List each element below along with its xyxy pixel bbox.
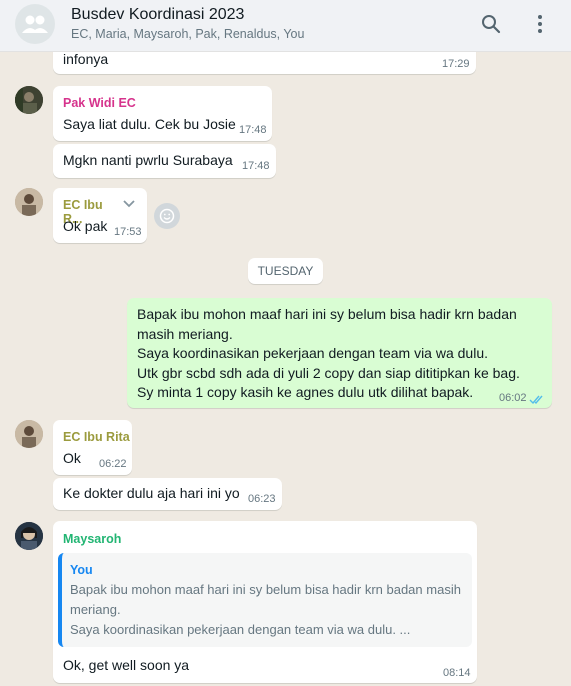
- quoted-text-line: meriang.: [70, 602, 121, 617]
- message-text: Mgkn nanti pwrlu Surabaya: [63, 152, 233, 168]
- outgoing-message-bubble[interactable]: Bapak ibu mohon maaf hari ini sy belum b…: [127, 298, 552, 408]
- read-receipt-icon: [529, 392, 545, 405]
- message-text: Ok pak: [63, 218, 108, 234]
- search-icon[interactable]: [479, 12, 503, 36]
- sender-name[interactable]: Pak Widi EC: [63, 96, 136, 110]
- message-time: 06:02: [499, 392, 527, 404]
- message-text-line: Saya koordinasikan pekerjaan dengan team…: [137, 345, 489, 361]
- message-text: infonya: [63, 52, 109, 67]
- chat-header: Busdev Koordinasi 2023 EC, Maria, Maysar…: [0, 0, 571, 52]
- message-text-line: masih meriang.: [137, 325, 233, 342]
- reply-message-bubble[interactable]: Maysaroh You Bapak ibu mohon maaf hari i…: [53, 521, 477, 683]
- message-text: Ke dokter dulu aja hari ini yo: [63, 485, 240, 501]
- message-text-line: Sy minta 1 copy kasih ke agnes dulu utk …: [137, 384, 474, 400]
- message-bubble[interactable]: Pak Widi EC Saya liat dulu. Cek bu Josie…: [53, 86, 272, 141]
- avatar[interactable]: [15, 188, 43, 216]
- message-time: 06:23: [248, 493, 276, 505]
- message-text-line: Utk gbr scbd sdh ada di yuli 2 copy dan …: [137, 364, 520, 381]
- message-text: Saya liat dulu. Cek bu Josie: [63, 116, 236, 132]
- quoted-message[interactable]: You Bapak ibu mohon maaf hari ini sy bel…: [58, 553, 472, 647]
- message-bubble[interactable]: Ke dokter dulu aja hari ini yo 06:23: [53, 478, 282, 510]
- message-text: Ok, get well soon ya: [63, 657, 190, 673]
- message-bubble[interactable]: EC Ibu Rita Ok 06:22: [53, 420, 132, 475]
- message-time: 06:22: [99, 458, 127, 470]
- message-bubble[interactable]: Mgkn nanti pwrlu Surabaya 17:48: [53, 144, 276, 178]
- sender-name[interactable]: EC Ibu Rita: [63, 430, 130, 444]
- message-time: 08:14: [443, 667, 471, 679]
- message-text-line: Bapak ibu mohon maaf hari ini sy belum b…: [137, 306, 517, 322]
- message-list[interactable]: infonya 17:29 Pak Widi EC Saya liat dulu…: [0, 52, 571, 686]
- group-avatar-icon[interactable]: [15, 4, 55, 44]
- sender-name[interactable]: Maysaroh: [63, 532, 121, 546]
- chat-title[interactable]: Busdev Koordinasi 2023: [71, 6, 244, 24]
- emoji-reaction-icon[interactable]: [154, 203, 180, 229]
- message-bubble[interactable]: EC Ibu R... Ok pak 17:53: [53, 188, 147, 243]
- message-text: Ok: [63, 450, 81, 466]
- message-time: 17:29: [442, 58, 470, 70]
- menu-kebab-icon[interactable]: [528, 12, 552, 36]
- message-time: 17:48: [242, 160, 270, 172]
- message-time: 17:53: [114, 226, 142, 238]
- avatar[interactable]: [15, 420, 43, 448]
- message-time: 17:48: [239, 124, 267, 136]
- date-separator: TUESDAY: [248, 258, 323, 284]
- quoted-text-line: Bapak ibu mohon maaf hari ini sy belum b…: [70, 582, 461, 597]
- quoted-author: You: [70, 563, 93, 577]
- chat-participants[interactable]: EC, Maria, Maysaroh, Pak, Renaldus, You: [71, 27, 304, 41]
- chevron-down-icon[interactable]: [121, 196, 137, 212]
- quoted-text-line: Saya koordinasikan pekerjaan dengan team…: [70, 622, 411, 637]
- message-bubble[interactable]: infonya 17:29: [53, 52, 476, 74]
- avatar[interactable]: [15, 86, 43, 114]
- avatar[interactable]: [15, 522, 43, 550]
